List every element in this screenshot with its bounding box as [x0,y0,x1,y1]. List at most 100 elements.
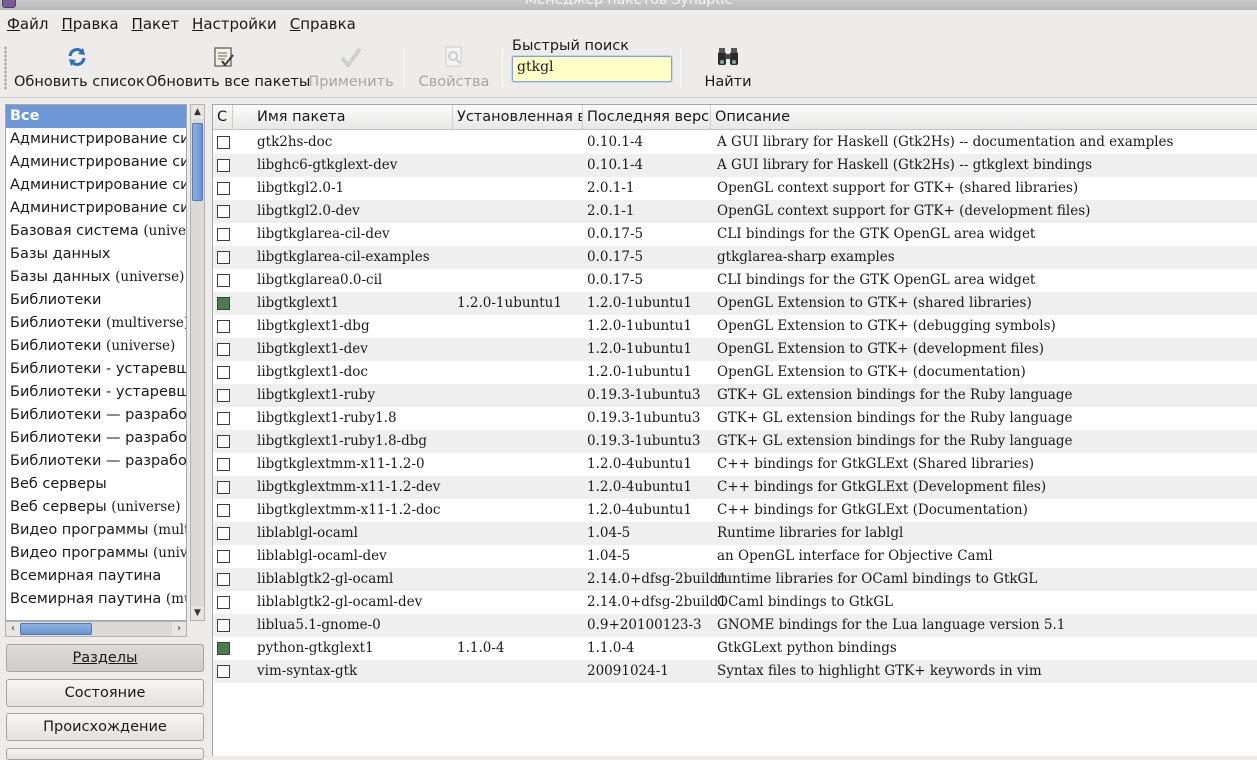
table-row[interactable]: liblablgl-ocaml 1.04-5 Runtime libraries f… [213,522,1257,545]
scroll-thumb[interactable] [192,123,203,201]
category-item[interactable]: Библиотеки — разработка [6,427,186,450]
category-item[interactable]: Администрирование системы [6,151,186,174]
package-status-checkbox[interactable] [217,182,230,195]
category-item[interactable]: Веб серверы (universe) [6,496,186,519]
status-button[interactable]: Состояние [6,679,204,707]
reload-button[interactable]: Обновить список [14,40,145,96]
quick-search-input[interactable]: gtkgl [511,55,673,83]
category-vertical-scrollbar[interactable]: ▲ ▼ [190,104,205,621]
category-list[interactable]: Все Администрирование системы Администриро… [5,104,187,621]
scroll-right-arrow-icon[interactable]: › [172,622,186,636]
package-status-checkbox[interactable] [217,504,230,517]
table-row[interactable]: libgtkglarea0.0-cil 0.0.17-5 CLI bindings … [213,269,1257,292]
category-item[interactable]: Видео программы (multiverse) [6,519,186,542]
category-item[interactable]: Библиотеки [6,289,186,312]
menu-item[interactable]: Справка [285,11,361,37]
column-header-installed[interactable]: Установленная в [453,105,583,130]
table-row[interactable]: libgtkglextmm-x11-1.2-dev 1.2.0-4ubuntu1 C… [213,476,1257,499]
category-horizontal-scrollbar[interactable]: ‹ › [5,621,187,637]
apply-button[interactable]: Применить [308,40,394,96]
table-row[interactable]: libgtkglarea-cil-dev 0.0.17-5 CLI bindings… [213,223,1257,246]
package-status-checkbox[interactable] [217,366,230,379]
category-item[interactable]: Библиотеки — разработка [6,450,186,473]
category-item[interactable]: Библиотеки - устаревшие [6,381,186,404]
properties-button[interactable]: Свойства [414,40,494,96]
package-status-checkbox[interactable] [217,343,230,356]
table-row[interactable]: libghc6-gtkglext-dev 0.10.1-4 A GUI librar… [213,154,1257,177]
table-row[interactable]: liblablgtk2-gl-ocaml-dev 2.14.0+dfsg-2bui… [213,591,1257,614]
package-status-checkbox[interactable] [217,596,230,609]
column-header-latest[interactable]: Последняя верси [583,105,711,130]
sections-button[interactable]: Разделы [6,644,204,672]
table-row[interactable]: libgtkglext1-doc 1.2.0-1ubuntu1 OpenGL Ext… [213,361,1257,384]
package-status-checkbox[interactable] [217,159,230,172]
table-row[interactable]: gtk2hs-doc 0.10.1-4 A GUI library for Hask… [213,131,1257,154]
table-row[interactable]: vim-syntax-gtk 20091024-1 Syntax files to … [213,660,1257,683]
package-status-checkbox[interactable] [217,435,230,448]
package-status-checkbox[interactable] [217,481,230,494]
category-item[interactable]: Базы данных (universe) [6,266,186,289]
category-item[interactable]: Библиотеки (universe) [6,335,186,358]
table-row[interactable]: libgtkglext1 1.2.0-1ubuntu1 1.2.0-1ubuntu1… [213,292,1257,315]
scroll-up-arrow-icon[interactable]: ▲ [191,105,204,119]
pane-divider[interactable] [207,104,211,756]
package-status-checkbox[interactable] [217,297,230,310]
table-row[interactable]: libgtkglarea-cil-examples 0.0.17-5 gtkglar… [213,246,1257,269]
origin-button[interactable]: Происхождение [6,713,204,741]
table-row[interactable]: libgtkglext1-ruby1.8-dbg 0.19.3-1ubuntu3 G… [213,430,1257,453]
table-row[interactable]: libgtkglext1-dbg 1.2.0-1ubuntu1 OpenGL Ext… [213,315,1257,338]
package-status-checkbox[interactable] [217,619,230,632]
table-row[interactable]: liblablgl-ocaml-dev 1.04-5 an OpenGL inter… [213,545,1257,568]
toolbar-grip[interactable] [4,46,7,90]
table-row[interactable]: libgtkglextmm-x11-1.2-doc 1.2.0-4ubuntu1 C… [213,499,1257,522]
category-item[interactable]: Все [6,105,186,128]
category-item[interactable]: Всемирная паутина (multiverse) [6,588,186,611]
package-status-checkbox[interactable] [217,205,230,218]
category-item[interactable]: Всемирная паутина [6,565,186,588]
menu-item[interactable]: Настройки [187,11,282,37]
menu-item[interactable]: Правка [56,11,123,37]
search-button[interactable]: Найти [694,40,762,96]
table-row[interactable]: libgtkglext1-ruby 0.19.3-1ubuntu3 GTK+ GL … [213,384,1257,407]
table-row[interactable]: libgtkgl2.0-dev 2.0.1-1 OpenGL context sup… [213,200,1257,223]
table-row[interactable]: python-gtkglext1 1.1.0-4 1.1.0-4 GtkGLext p… [213,637,1257,660]
package-status-checkbox[interactable] [217,573,230,586]
package-status-checkbox[interactable] [217,228,230,241]
package-status-checkbox[interactable] [217,389,230,402]
menu-item[interactable]: Файл [2,11,53,37]
scroll-down-arrow-icon[interactable]: ▼ [191,606,204,620]
category-item[interactable]: Библиотеки (multiverse) [6,312,186,335]
column-header-status[interactable]: С [213,105,233,130]
package-status-checkbox[interactable] [217,251,230,264]
column-header-description[interactable]: Описание [711,105,1257,130]
package-status-checkbox[interactable] [217,527,230,540]
column-header-name[interactable]: Имя пакета [253,105,453,130]
category-item[interactable]: Администрирование системы [6,197,186,220]
table-row[interactable]: libgtkglext1-ruby1.8 0.19.3-1ubuntu3 GTK+ … [213,407,1257,430]
package-status-checkbox[interactable] [217,274,230,287]
package-status-checkbox[interactable] [217,642,230,655]
package-status-checkbox[interactable] [217,320,230,333]
menu-item[interactable]: Пакет [127,11,185,37]
category-item[interactable]: Видео программы (universe) [6,542,186,565]
category-item[interactable]: Администрирование системы [6,128,186,151]
table-row[interactable]: libgtkglextmm-x11-1.2-0 1.2.0-4ubuntu1 C++… [213,453,1257,476]
package-status-checkbox[interactable] [217,458,230,471]
category-item[interactable]: Библиотеки — разработка [6,404,186,427]
custom-filters-button[interactable] [6,748,204,760]
category-item[interactable]: Базовая система (universe) [6,220,186,243]
table-row[interactable]: liblablgtk2-gl-ocaml 2.14.0+dfsg-2build1 r… [213,568,1257,591]
category-item[interactable]: Базы данных [6,243,186,266]
upgrade-all-button[interactable]: Обновить все пакеты [146,40,310,96]
scroll-left-arrow-icon[interactable]: ‹ [6,622,20,636]
package-status-checkbox[interactable] [217,412,230,425]
category-item[interactable]: Администрирование системы [6,174,186,197]
package-status-checkbox[interactable] [217,136,230,149]
table-row[interactable]: liblua5.1-gnome-0 0.9+20100123-3 GNOME bin… [213,614,1257,637]
package-status-checkbox[interactable] [217,550,230,563]
scroll-thumb[interactable] [20,623,92,635]
category-item[interactable]: Веб серверы [6,473,186,496]
category-item[interactable]: Библиотеки - устаревшие [6,358,186,381]
package-status-checkbox[interactable] [217,665,230,678]
table-row[interactable]: libgtkglext1-dev 1.2.0-1ubuntu1 OpenGL Ext… [213,338,1257,361]
